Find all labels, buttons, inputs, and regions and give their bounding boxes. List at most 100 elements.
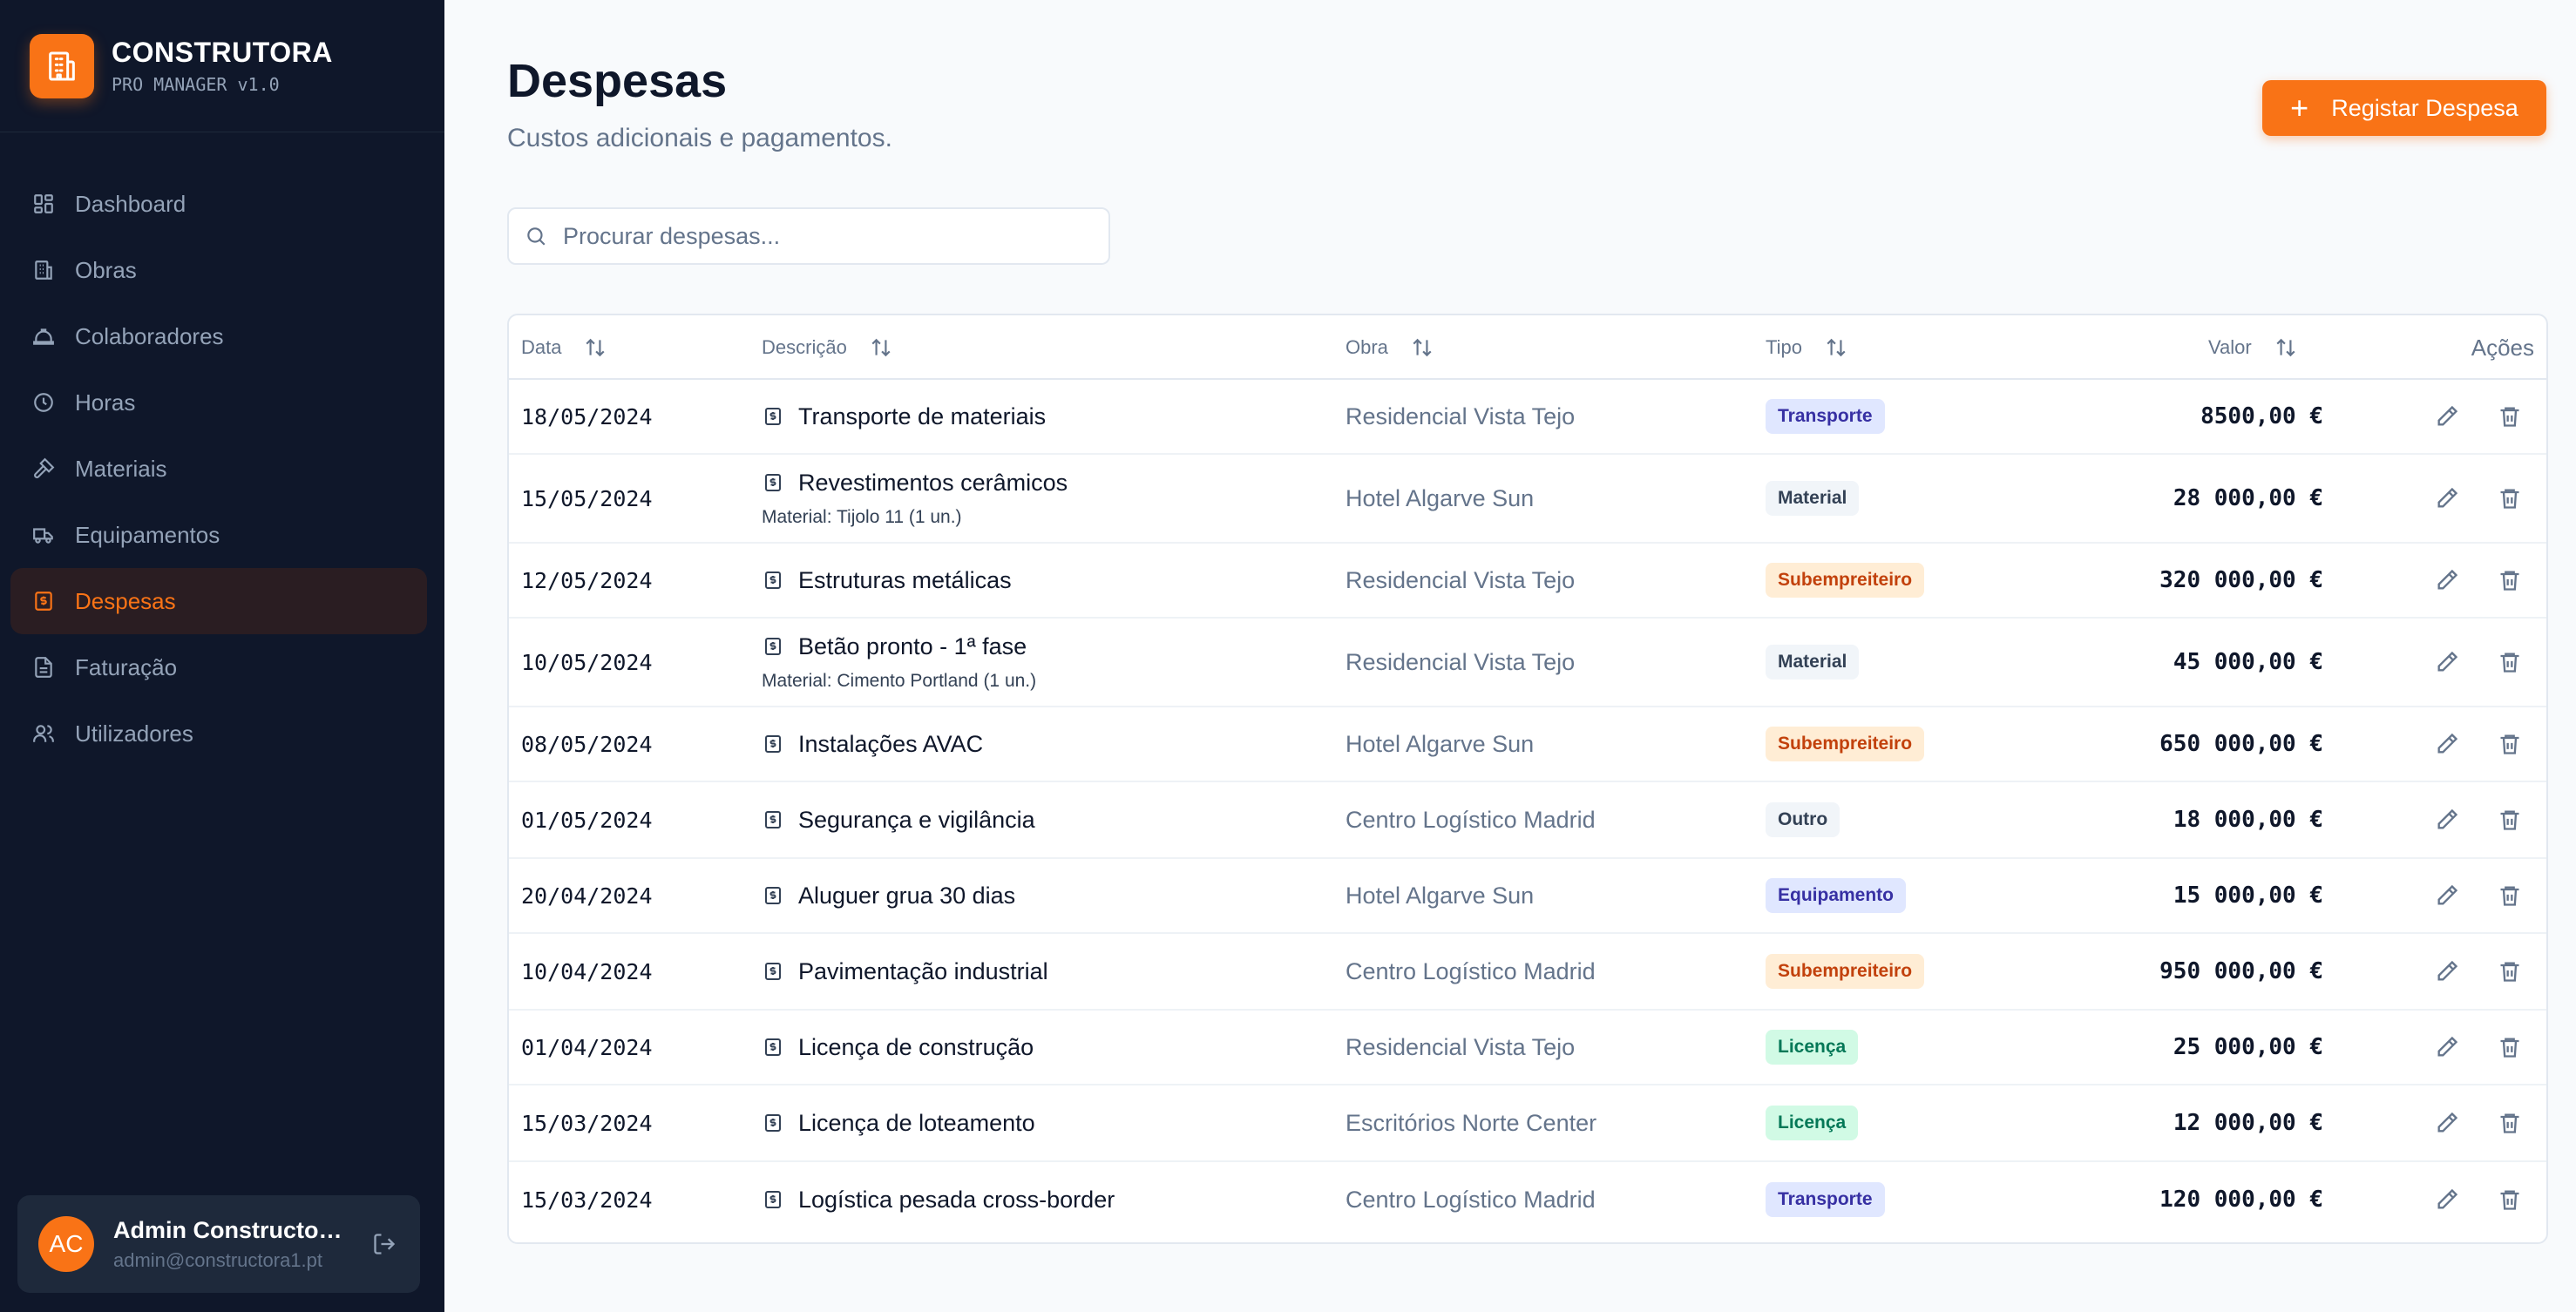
edit-icon[interactable] bbox=[2433, 1186, 2461, 1214]
expense-type-cell: Transporte bbox=[1766, 1162, 1885, 1237]
trash-icon[interactable] bbox=[2496, 484, 2524, 512]
expense-type-cell: Licença bbox=[1766, 1011, 1859, 1084]
table-row[interactable]: 10/04/2024 Pavimentação industrial Centro … bbox=[509, 934, 2546, 1011]
trash-icon[interactable] bbox=[2496, 882, 2524, 910]
document-icon bbox=[31, 655, 56, 680]
sidebar-item-colaboradores[interactable]: Colaboradores bbox=[10, 303, 427, 369]
table-row[interactable]: 01/04/2024 Licença de construção Residenci… bbox=[509, 1011, 2546, 1085]
type-badge: Transporte bbox=[1766, 399, 1885, 434]
sidebar-nav: Dashboard Obras Colaboradores Horas Mate… bbox=[10, 171, 427, 767]
sidebar-item-horas[interactable]: Horas bbox=[10, 369, 427, 436]
sidebar-item-label: Equipamentos bbox=[75, 521, 220, 548]
sidebar-item-utilizadores[interactable]: Utilizadores bbox=[10, 700, 427, 767]
receipt-icon bbox=[31, 589, 56, 613]
column-header-label: Ações bbox=[2471, 334, 2534, 361]
expense-project: Centro Logístico Madrid bbox=[1346, 806, 1596, 833]
main-content: Despesas Custos adicionais e pagamentos.… bbox=[444, 0, 2576, 1312]
column-header-desc[interactable]: Descrição bbox=[762, 315, 892, 380]
trash-icon[interactable] bbox=[2496, 1033, 2524, 1061]
expense-type-cell: Equipamento bbox=[1766, 859, 1907, 932]
column-header-label: Valor bbox=[2208, 336, 2252, 358]
plus-icon: + bbox=[2290, 90, 2309, 125]
add-expense-button[interactable]: + Registar Despesa bbox=[2262, 80, 2546, 136]
expense-project: Hotel Algarve Sun bbox=[1346, 730, 1535, 757]
expense-amount: 18 000,00 € bbox=[2173, 807, 2323, 833]
expense-amount: 28 000,00 € bbox=[2173, 485, 2323, 511]
expense-amount: 8500,00 € bbox=[2200, 403, 2323, 429]
trash-icon[interactable] bbox=[2496, 957, 2524, 985]
expense-project: Residencial Vista Tejo bbox=[1346, 1033, 1576, 1060]
sidebar-item-dashboard[interactable]: Dashboard bbox=[10, 171, 427, 237]
logout-icon[interactable] bbox=[369, 1229, 399, 1259]
edit-icon[interactable] bbox=[2433, 566, 2461, 594]
sidebar-item-faturacao[interactable]: Faturação bbox=[10, 634, 427, 700]
table-row[interactable]: 01/05/2024 Segurança e vigilância Centro L… bbox=[509, 782, 2546, 859]
table-row[interactable]: 15/05/2024 Revestimentos cerâmicos Materia… bbox=[509, 455, 2546, 544]
edit-icon[interactable] bbox=[2433, 730, 2461, 758]
trash-icon[interactable] bbox=[2496, 402, 2524, 430]
expense-date: 12/05/2024 bbox=[521, 567, 653, 593]
edit-icon[interactable] bbox=[2433, 402, 2461, 430]
sidebar-item-label: Faturação bbox=[75, 653, 178, 680]
user-card: AC Admin Constructora1 admin@constructor… bbox=[17, 1195, 420, 1293]
edit-icon[interactable] bbox=[2433, 882, 2461, 910]
trash-icon[interactable] bbox=[2496, 566, 2524, 594]
column-header-tipo[interactable]: Tipo bbox=[1766, 315, 1847, 380]
sidebar-item-despesas[interactable]: Despesas bbox=[10, 568, 427, 634]
trash-icon[interactable] bbox=[2496, 1109, 2524, 1137]
expense-description-cell: Instalações AVAC bbox=[762, 707, 983, 781]
expense-description-cell: Logística pesada cross-border bbox=[762, 1162, 1115, 1237]
column-header-valor[interactable]: Valor bbox=[2208, 315, 2297, 380]
receipt-icon bbox=[762, 634, 784, 659]
receipt-icon bbox=[762, 470, 784, 495]
expense-amount: 45 000,00 € bbox=[2173, 649, 2323, 675]
expense-description-cell: Licença de loteamento bbox=[762, 1085, 1035, 1160]
add-expense-label: Registar Despesa bbox=[2331, 94, 2518, 121]
table-row[interactable]: 08/05/2024 Instalações AVAC Hotel Algarve … bbox=[509, 707, 2546, 782]
receipt-icon bbox=[762, 1111, 784, 1135]
avatar: AC bbox=[38, 1216, 94, 1272]
expense-date: 20/04/2024 bbox=[521, 883, 653, 909]
edit-icon[interactable] bbox=[2433, 806, 2461, 834]
expense-amount: 320 000,00 € bbox=[2159, 567, 2323, 593]
expense-amount: 120 000,00 € bbox=[2159, 1187, 2323, 1213]
column-header-obra[interactable]: Obra bbox=[1346, 315, 1434, 380]
sidebar-item-obras[interactable]: Obras bbox=[10, 237, 427, 303]
column-header-acoes: Ações bbox=[2471, 315, 2534, 380]
type-badge: Equipamento bbox=[1766, 878, 1907, 913]
trash-icon[interactable] bbox=[2496, 648, 2524, 676]
edit-icon[interactable] bbox=[2433, 1109, 2461, 1137]
table-row[interactable]: 10/05/2024 Betão pronto - 1ª fase Material… bbox=[509, 619, 2546, 707]
row-actions bbox=[2433, 455, 2524, 542]
expense-description: Revestimentos cerâmicos bbox=[798, 469, 1068, 496]
row-actions bbox=[2433, 859, 2524, 932]
expense-project: Hotel Algarve Sun bbox=[1346, 882, 1535, 909]
edit-icon[interactable] bbox=[2433, 1033, 2461, 1061]
expense-project: Escritórios Norte Center bbox=[1346, 1109, 1597, 1136]
column-header-date[interactable]: Data bbox=[521, 315, 607, 380]
sidebar-item-equipamentos[interactable]: Equipamentos bbox=[10, 502, 427, 568]
expense-project: Centro Logístico Madrid bbox=[1346, 957, 1596, 984]
expense-date: 01/04/2024 bbox=[521, 1034, 653, 1060]
edit-icon[interactable] bbox=[2433, 484, 2461, 512]
table-row[interactable]: 15/03/2024 Licença de loteamento Escritóri… bbox=[509, 1085, 2546, 1162]
edit-icon[interactable] bbox=[2433, 648, 2461, 676]
users-icon bbox=[31, 721, 56, 746]
trash-icon[interactable] bbox=[2496, 730, 2524, 758]
table-row[interactable]: 15/03/2024 Logística pesada cross-border C… bbox=[509, 1162, 2546, 1237]
trash-icon[interactable] bbox=[2496, 806, 2524, 834]
expense-type-cell: Subempreiteiro bbox=[1766, 934, 1925, 1009]
table-row[interactable]: 20/04/2024 Aluguer grua 30 dias Hotel Alga… bbox=[509, 859, 2546, 934]
expense-description: Estruturas metálicas bbox=[798, 566, 1012, 593]
expense-material-note: Material: Cimento Portland (1 un.) bbox=[762, 670, 1037, 691]
type-badge: Subempreiteiro bbox=[1766, 954, 1925, 989]
brand-title: CONSTRUTORA bbox=[112, 37, 333, 68]
search-input[interactable] bbox=[563, 222, 1086, 250]
table-row[interactable]: 18/05/2024 Transporte de materiais Residen… bbox=[509, 380, 2546, 455]
sidebar-item-materiais[interactable]: Materiais bbox=[10, 436, 427, 502]
table-row[interactable]: 12/05/2024 Estruturas metálicas Residencia… bbox=[509, 544, 2546, 619]
edit-icon[interactable] bbox=[2433, 957, 2461, 985]
trash-icon[interactable] bbox=[2496, 1186, 2524, 1214]
expense-type-cell: Subempreiteiro bbox=[1766, 707, 1925, 781]
expense-date: 18/05/2024 bbox=[521, 403, 653, 429]
